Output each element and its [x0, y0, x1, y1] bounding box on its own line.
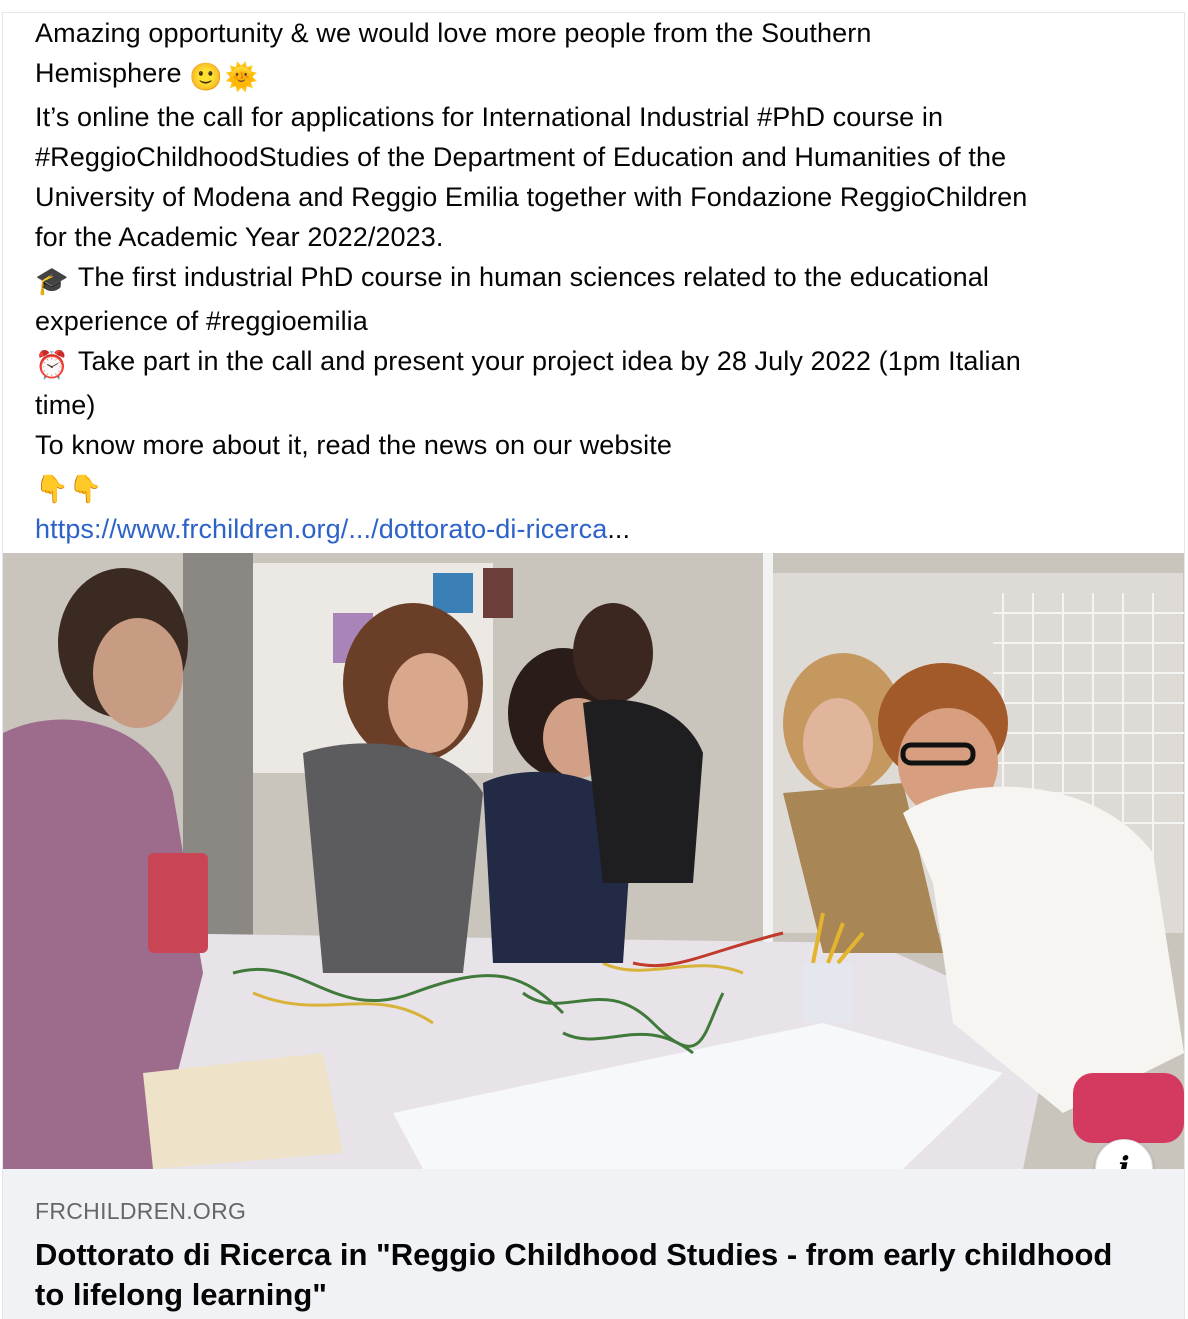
post-photo[interactable] [3, 553, 1184, 1169]
post-line: for the Academic Year 2022/2023. [35, 222, 444, 252]
post-text: Amazing opportunity & we would love more… [35, 13, 1165, 549]
sun-emoji-icon: 🌞 [224, 62, 259, 92]
post-line: #ReggioChildhoodStudies of the Departmen… [35, 142, 1007, 172]
point-down-emoji-icon: 👇👇 [35, 474, 103, 504]
smile-emoji-icon: 🙂 [189, 62, 223, 92]
post-line: ⏰ Take part in the call and present your… [35, 341, 1165, 385]
graduation-cap-emoji-icon: 🎓 [35, 266, 69, 296]
alarm-clock-emoji-icon: ⏰ [35, 350, 69, 380]
link-ellipsis: ... [607, 514, 631, 544]
post-line: University of Modena and Reggio Emilia t… [35, 182, 1028, 212]
post-line: 👇👇 [35, 465, 1165, 509]
post-line: It’s online the call for applications fo… [35, 102, 944, 132]
website-link[interactable]: https://www.frchildren.org/.../dottorato… [35, 514, 607, 544]
post-line: time) [35, 390, 96, 420]
post-line: https://www.frchildren.org/.../dottorato… [35, 509, 1165, 549]
post-line: 🎓 The first industrial PhD course in hum… [35, 257, 1165, 301]
photo-of-women-around-light-table [3, 553, 1184, 1169]
link-domain: FRCHILDREN.ORG [35, 1198, 247, 1224]
post-line: Hemisphere 🙂🌞 [35, 53, 1165, 97]
post-line: To know more about it, read the news on … [35, 430, 672, 460]
post-line-text: Hemisphere [35, 58, 182, 88]
post-line-text: Take part in the call and present your p… [77, 346, 1021, 376]
facebook-post: Amazing opportunity & we would love more… [2, 12, 1185, 1319]
link-preview-card[interactable]: FRCHILDREN.ORG Dottorato di Ricerca in "… [3, 1169, 1184, 1319]
link-title[interactable]: Dottorato di Ricerca in "Reggio Childhoo… [35, 1235, 1135, 1315]
post-line: experience of #reggioemilia [35, 306, 368, 336]
post-line: Amazing opportunity & we would love more… [35, 18, 872, 48]
post-line-text: The first industrial PhD course in human… [77, 262, 989, 292]
